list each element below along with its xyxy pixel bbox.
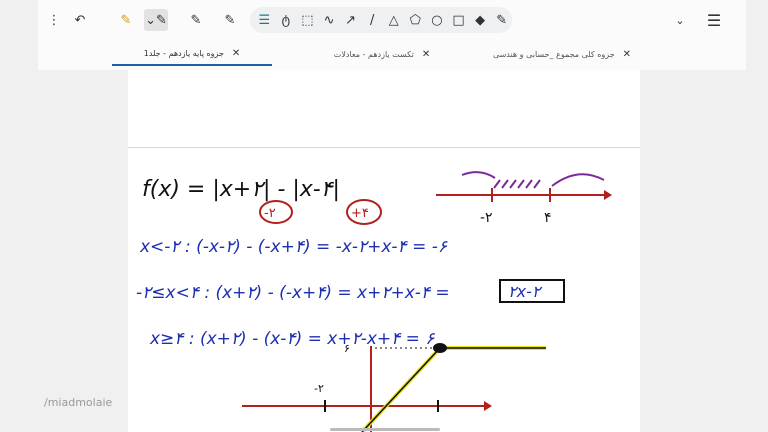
watermark: /miadmolaie	[44, 396, 113, 409]
right-arrow	[551, 173, 605, 187]
case-1: x<-۲ : (-x-۲) - (-x+۴) = -x-۲+x-۴ = -۶	[139, 237, 448, 257]
root-left: -۲	[264, 206, 276, 221]
handwritten-notes: f(x) = |x+۲| - |x-۴| -۲ +۴ -۲ ۴ x<-۲ : (…	[136, 171, 612, 432]
graph-point	[433, 343, 447, 353]
function-definition: f(x) = |x+۲| - |x-۴|	[142, 177, 340, 202]
hatching	[493, 179, 541, 189]
number-line-arrow	[604, 190, 612, 200]
scrollbar[interactable]	[330, 428, 440, 431]
root-right: +۴	[351, 206, 369, 221]
axis-arrow	[484, 401, 492, 411]
case-2: -۲≤x<۴ : (x+۲) - (-x+۴) = x+۲+x-۴ =	[136, 283, 450, 303]
graph-x-label: -۲	[314, 382, 324, 395]
graph-line	[361, 347, 546, 432]
graph-y-label: ۶	[344, 342, 350, 355]
case-3: x≥۴ : (x+۲) - (x-۴) = x+۲-x+۴ = ۶	[149, 329, 435, 349]
boxed-answer: ۲x-۲	[508, 282, 543, 301]
axis-label: ۴	[544, 210, 552, 226]
axis-label: -۲	[480, 210, 493, 226]
graph-highlight	[360, 346, 546, 432]
left-arrow	[461, 171, 496, 179]
